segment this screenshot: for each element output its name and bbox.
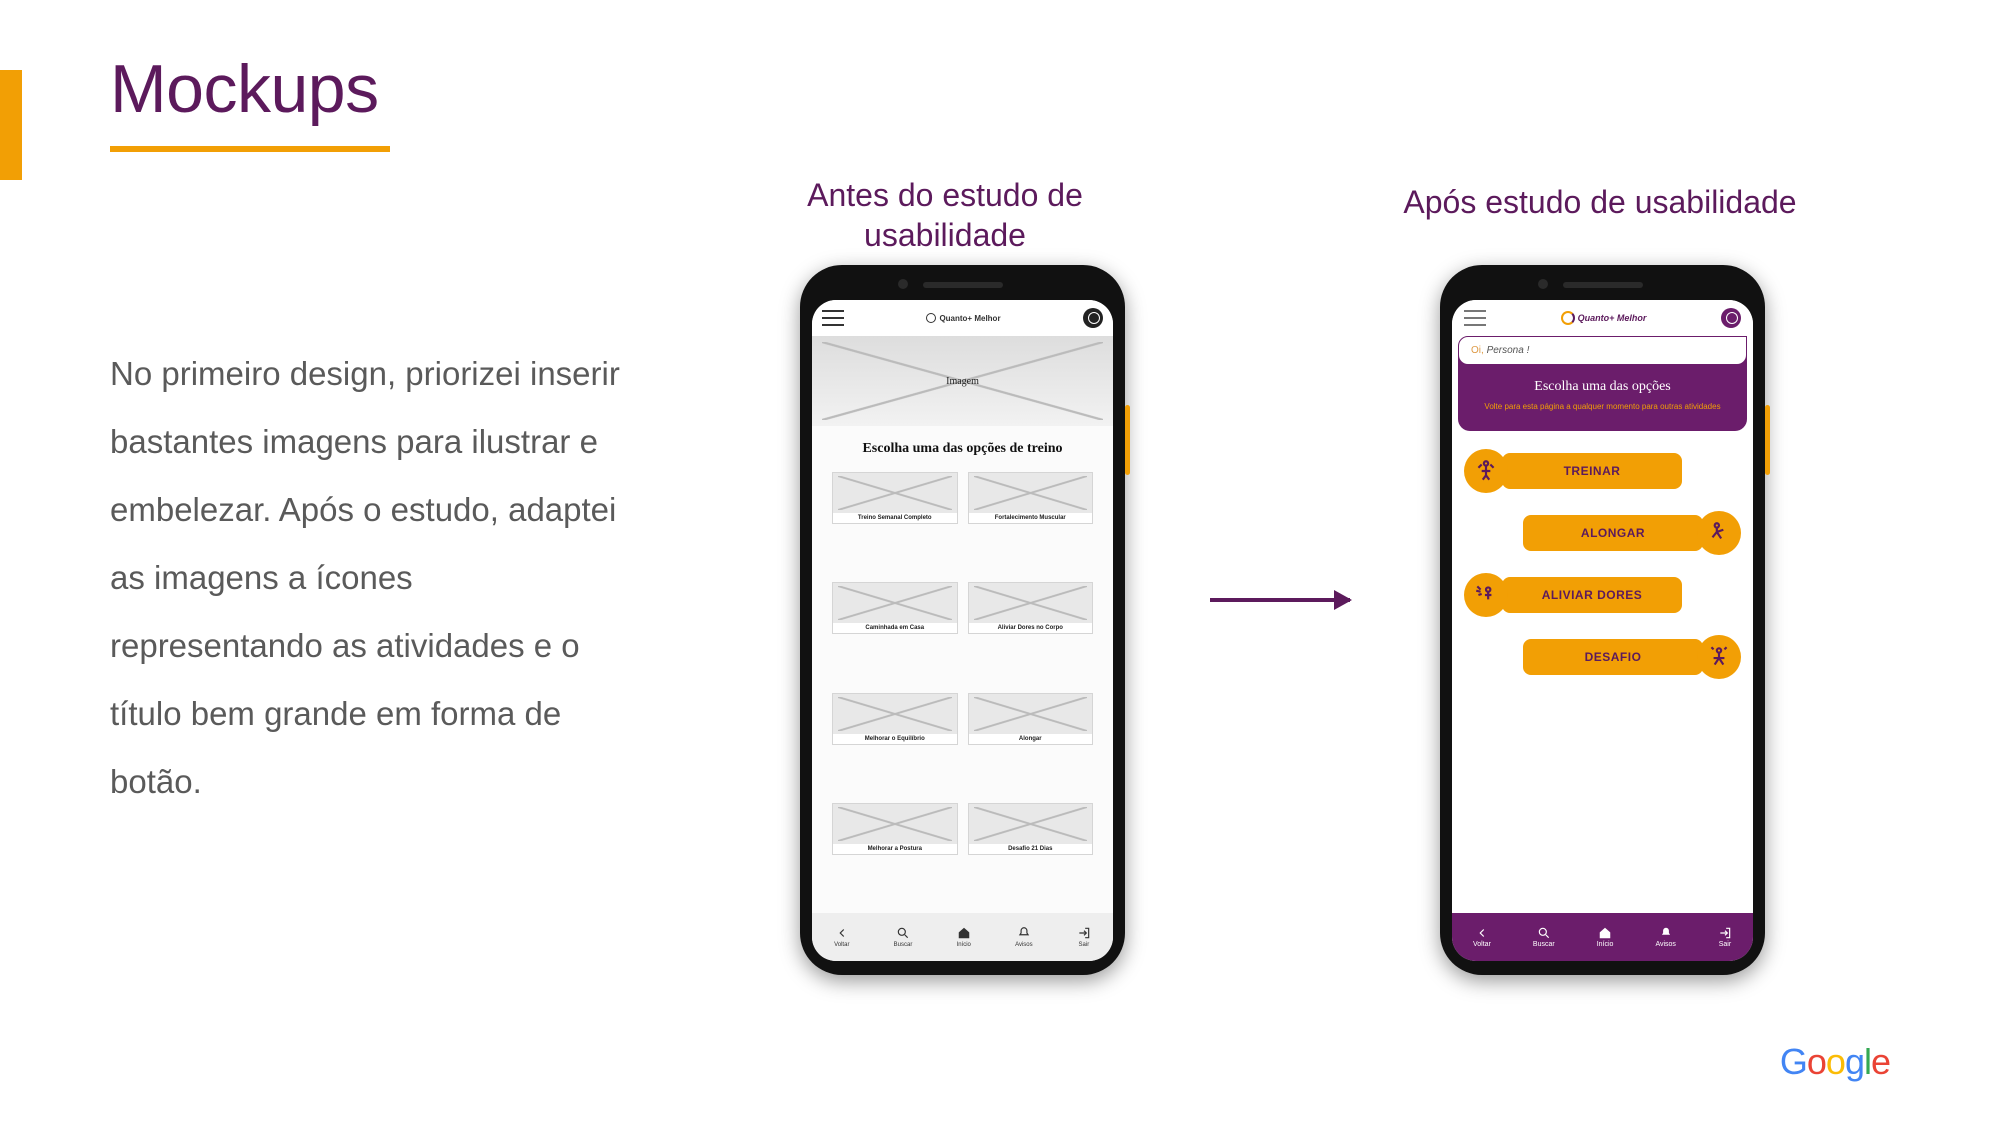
button-row: DESAFIO (1470, 635, 1735, 679)
option-card[interactable]: Alongar (968, 693, 1094, 745)
option-card[interactable]: Fortalecimento Muscular (968, 472, 1094, 524)
panel-subtext: Volte para esta página a qualquer moment… (1468, 401, 1737, 413)
section-heading: Escolha uma das opções de treino (812, 426, 1113, 468)
stretch-button[interactable]: ALONGAR (1523, 515, 1703, 551)
app-name-label: Quanto+ Melhor (939, 314, 1000, 323)
nav-back[interactable]: Voltar (1473, 926, 1491, 948)
avatar-icon[interactable] (1083, 308, 1103, 328)
arrow-icon (1210, 598, 1350, 602)
button-row: ALIVIAR DORES (1470, 573, 1735, 617)
title-block: Mockups (110, 50, 390, 152)
greeting: Oi, Persona ! (1458, 336, 1747, 365)
header-panel: Oi, Persona ! Escolha uma das opções Vol… (1458, 336, 1747, 431)
button-row: TREINAR (1470, 449, 1735, 493)
screen-after: Quanto+ Melhor Oi, Persona ! Escolha uma… (1452, 300, 1753, 961)
screen-before: Quanto+ Melhor Imagem Escolha uma das op… (812, 300, 1113, 961)
greet-name: Persona ! (1487, 345, 1530, 356)
nav-alerts[interactable]: Avisos (1655, 926, 1676, 948)
bottom-nav: Voltar Buscar Início Avisos Sair (812, 913, 1113, 961)
nav-home[interactable]: Início (1597, 926, 1614, 948)
nav-search[interactable]: Buscar (1533, 926, 1555, 948)
body-paragraph: No primeiro design, priorizei inserir ba… (110, 340, 630, 816)
accent-bar (0, 70, 22, 180)
title-underline (110, 146, 390, 152)
options-grid: Treino Semanal Completo Fortalecimento M… (812, 468, 1113, 913)
action-buttons: TREINAR ALONGAR ALIVIAR DORES DESAFIO (1452, 431, 1753, 913)
train-icon (1464, 449, 1508, 493)
bottom-nav: Voltar Buscar Início Avisos Sair (1452, 913, 1753, 961)
option-card[interactable]: Caminhada em Casa (832, 582, 958, 634)
panel-heading: Escolha uma das opções (1468, 379, 1737, 395)
caption-after: Após estudo de usabilidade (1400, 182, 1800, 222)
google-logo: Google (1780, 1041, 1890, 1083)
avatar-icon[interactable] (1721, 308, 1741, 328)
menu-icon[interactable] (822, 307, 844, 329)
option-card[interactable]: Melhorar a Postura (832, 803, 958, 855)
option-card[interactable]: Desafio 21 Dias (968, 803, 1094, 855)
app-logo: Quanto+ Melhor (1561, 311, 1647, 325)
train-button[interactable]: TREINAR (1502, 453, 1682, 489)
challenge-icon (1697, 635, 1741, 679)
option-card[interactable]: Melhorar o Equilíbrio (832, 693, 958, 745)
caption-before: Antes do estudo de usabilidade (785, 175, 1105, 255)
page-title: Mockups (110, 50, 390, 128)
phone-mockup-after: Quanto+ Melhor Oi, Persona ! Escolha uma… (1440, 265, 1765, 975)
app-name-label: Quanto+ Melhor (1578, 313, 1647, 323)
phone-mockup-before: Quanto+ Melhor Imagem Escolha uma das op… (800, 265, 1125, 975)
app-logo: Quanto+ Melhor (926, 313, 1000, 323)
button-row: ALONGAR (1470, 511, 1735, 555)
hero-label: Imagem (946, 376, 979, 387)
nav-exit[interactable]: Sair (1077, 926, 1091, 948)
nav-exit[interactable]: Sair (1718, 926, 1732, 948)
nav-alerts[interactable]: Avisos (1015, 926, 1033, 948)
greet-hi: Oi, (1471, 345, 1487, 356)
stretch-icon (1697, 511, 1741, 555)
option-card[interactable]: Treino Semanal Completo (832, 472, 958, 524)
hero-image-placeholder: Imagem (812, 336, 1113, 426)
menu-icon[interactable] (1464, 307, 1486, 329)
nav-back[interactable]: Voltar (834, 926, 849, 948)
pain-button[interactable]: ALIVIAR DORES (1502, 577, 1682, 613)
instruction-panel: Escolha uma das opções Volte para esta p… (1458, 365, 1747, 421)
option-card[interactable]: Aliviar Dores no Corpo (968, 582, 1094, 634)
nav-home[interactable]: Início (957, 926, 971, 948)
nav-search[interactable]: Buscar (894, 926, 913, 948)
pain-icon (1464, 573, 1508, 617)
challenge-button[interactable]: DESAFIO (1523, 639, 1703, 675)
